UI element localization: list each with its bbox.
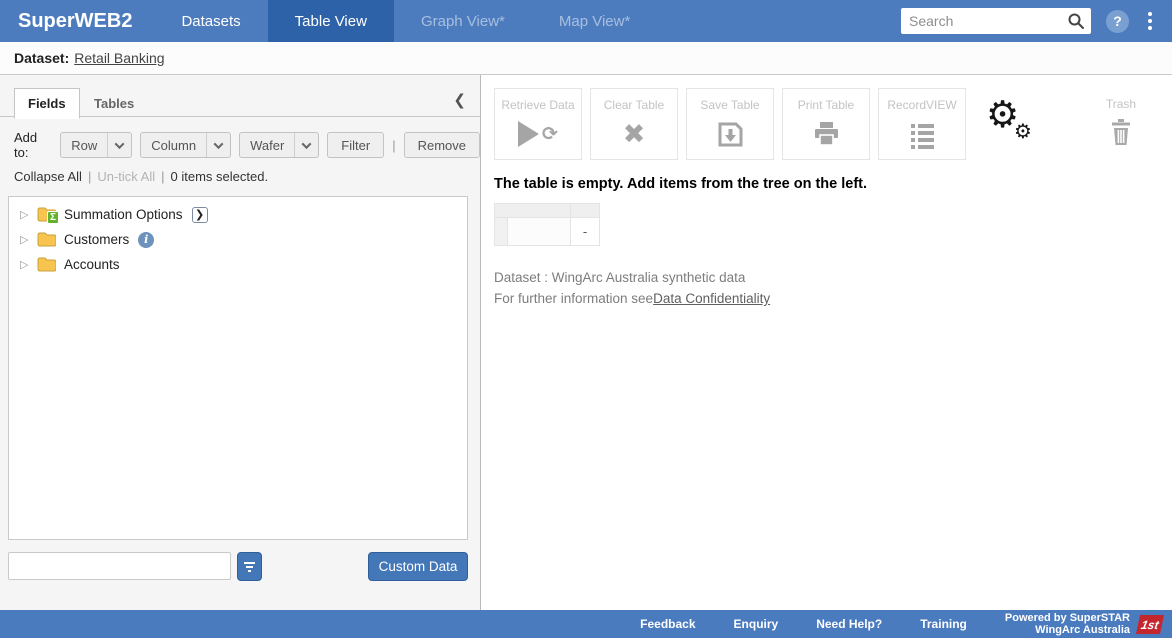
items-selected-count: 0 items selected. (171, 169, 269, 184)
nav-item-datasets[interactable]: Datasets (154, 0, 267, 42)
header-right-controls: ? (901, 0, 1172, 42)
tree-item-label[interactable]: Summation Options (64, 207, 183, 222)
button-separator: | (392, 138, 395, 153)
printer-icon (813, 121, 840, 147)
tab-fields[interactable]: Fields (14, 88, 80, 119)
dataset-name-link[interactable]: Retail Banking (74, 50, 164, 66)
untick-all-link[interactable]: Un-tick All (97, 169, 155, 184)
list-icon (911, 124, 934, 149)
nav-item-table-view[interactable]: Table View (268, 0, 394, 42)
clear-table-button[interactable]: Clear Table ✖ (590, 88, 678, 160)
table-toolbar: Retrieve Data ⟳ Clear Table ✖ Save Table… (494, 88, 1156, 160)
superweb2-app: SuperWEB2 Datasets Table View Graph View… (0, 0, 1172, 638)
tree-item-customers[interactable]: ▷ Customers i (9, 227, 467, 252)
table-options-button[interactable]: ⚙ ⚙ (974, 88, 1040, 160)
wafer-dropdown[interactable]: Wafer (239, 132, 319, 158)
collapse-panel-icon[interactable]: ❮ (453, 91, 466, 109)
tree-item-accounts[interactable]: ▷ Accounts (9, 252, 467, 277)
chevron-down-icon[interactable] (107, 133, 131, 157)
tree-search-input[interactable] (8, 552, 231, 580)
folder-icon (37, 232, 57, 247)
dataset-info-text: Dataset : WingArc Australia synthetic da… (494, 270, 745, 285)
further-info-text: For further information seeData Confiden… (494, 291, 770, 306)
help-icon[interactable]: ? (1106, 10, 1129, 33)
search-input[interactable] (909, 13, 1067, 29)
custom-data-button[interactable]: Custom Data (368, 552, 468, 581)
dataset-label: Dataset: (14, 50, 69, 66)
expander-icon[interactable]: ▷ (20, 258, 30, 271)
table-value-cell: - (571, 218, 600, 246)
add-to-label: Add to: (14, 130, 50, 160)
add-to-toolbar: Add to: Row Column Wafer Filter | Remove (14, 130, 480, 160)
print-table-button[interactable]: Print Table (782, 88, 870, 160)
info-icon[interactable]: i (138, 232, 154, 248)
nav-item-map-view[interactable]: Map View* (532, 0, 657, 42)
trash-button[interactable]: Trash (1086, 88, 1156, 160)
filter-funnel-icon (244, 562, 255, 572)
recordview-button[interactable]: RecordVIEW (878, 88, 966, 160)
search-box (901, 8, 1091, 34)
expand-options-icon[interactable]: ❯ (192, 207, 208, 223)
filter-button[interactable]: Filter (327, 132, 384, 158)
tree-item-summation-options[interactable]: ▷ Σ Summation Options ❯ (9, 202, 467, 227)
top-nav-bar: SuperWEB2 Datasets Table View Graph View… (0, 0, 1172, 42)
table-header-cell (571, 204, 600, 218)
chevron-down-icon[interactable] (294, 133, 318, 157)
tab-tables[interactable]: Tables (84, 89, 147, 118)
trash-can-icon (1110, 119, 1132, 146)
sigma-icon: Σ (47, 211, 59, 224)
nav-item-graph-view[interactable]: Graph View* (394, 0, 532, 42)
row-dropdown[interactable]: Row (60, 132, 132, 158)
panel-tabs: Fields Tables ❮ (0, 88, 480, 117)
summation-folder-icon: Σ (37, 207, 57, 222)
table-view-panel: Retrieve Data ⟳ Clear Table ✖ Save Table… (482, 75, 1172, 610)
empty-table-message: The table is empty. Add items from the t… (494, 176, 867, 192)
collapse-all-link[interactable]: Collapse All (14, 169, 82, 184)
app-logo: SuperWEB2 (0, 0, 154, 42)
table-header-cell (495, 204, 571, 218)
expander-icon[interactable]: ▷ (20, 208, 30, 221)
search-icon[interactable] (1067, 12, 1085, 30)
play-refresh-icon: ⟳ (518, 121, 558, 147)
footer-link-enquiry[interactable]: Enquiry (734, 617, 779, 631)
remove-button[interactable]: Remove (404, 132, 480, 158)
main-nav: Datasets Table View Graph View* Map View… (154, 0, 657, 42)
empty-table-placeholder: - (494, 203, 600, 246)
footer-link-training[interactable]: Training (920, 617, 967, 631)
column-dropdown[interactable]: Column (140, 132, 231, 158)
chevron-down-icon[interactable] (206, 133, 230, 157)
retrieve-data-button[interactable]: Retrieve Data ⟳ (494, 88, 582, 160)
superstar-1st-logo: 1st (1136, 615, 1164, 634)
footer-bar: Feedback Enquiry Need Help? Training Pow… (0, 610, 1172, 638)
table-blank-cell (508, 218, 571, 246)
play-icon (518, 121, 539, 147)
refresh-icon: ⟳ (542, 125, 558, 144)
tree-item-label[interactable]: Accounts (64, 257, 120, 272)
expander-icon[interactable]: ▷ (20, 233, 30, 246)
footer-link-feedback[interactable]: Feedback (640, 617, 695, 631)
tree-item-label[interactable]: Customers (64, 232, 129, 247)
x-icon: ✖ (623, 121, 646, 148)
field-tree: ▷ Σ Summation Options ❯ ▷ Customers i ▷ (8, 196, 468, 540)
kebab-menu-icon[interactable] (1144, 8, 1156, 34)
footer-link-need-help[interactable]: Need Help? (816, 617, 882, 631)
tree-action-links: Collapse All | Un-tick All | 0 items sel… (14, 169, 268, 184)
folder-icon (37, 257, 57, 272)
data-confidentiality-link[interactable]: Data Confidentiality (653, 291, 770, 306)
tree-filter-button[interactable] (237, 552, 262, 581)
powered-by-text: Powered by SuperSTAR WingArc Australia (1005, 612, 1130, 636)
table-stub-cell (495, 218, 508, 246)
fields-panel: Fields Tables ❮ Add to: Row Column Wafer… (0, 75, 481, 610)
dataset-bar: Dataset: Retail Banking (0, 42, 1172, 75)
gear-small-icon: ⚙ (1014, 121, 1032, 141)
save-table-button[interactable]: Save Table (686, 88, 774, 160)
save-icon (717, 121, 744, 148)
